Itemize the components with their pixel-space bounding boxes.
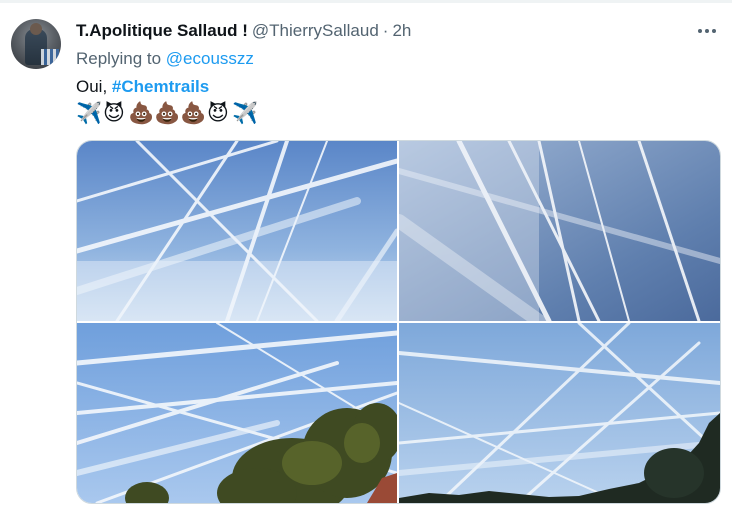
avatar-flag [41,49,59,65]
hashtag-link[interactable]: #Chemtrails [112,77,209,96]
smiling-devil-icon: 😈 [207,101,229,125]
sky-contrails-photo [77,141,397,321]
tweet-text-prefix: Oui, [76,77,112,96]
photo-1[interactable] [77,141,397,321]
avatar-head [30,23,42,35]
sky-contrails-trees-photo [77,323,397,503]
media-gallery [76,140,721,504]
tweet[interactable]: T.Apolitique Sallaud ! @ThierrySallaud ·… [0,3,732,506]
replying-to-line: Replying to @ecousszz [76,49,254,69]
tweet-text: Oui, #Chemtrails [76,77,209,97]
poop-icon: 💩 [180,101,207,125]
sky-contrails-treeline-photo [399,323,720,503]
replying-to-label: Replying to [76,49,166,68]
separator-dot: · [382,21,389,40]
more-dot-icon [712,29,716,33]
airplane-icon: ✈️ [76,101,103,125]
emoji-row: ✈️ 😈 💩 💩 💩 😈 ✈️ [76,100,259,126]
more-options-button[interactable] [693,21,721,41]
sky-contrails-photo [399,141,720,321]
display-name[interactable]: T.Apolitique Sallaud ! [76,21,248,41]
replying-to-mention[interactable]: @ecousszz [166,49,254,68]
photo-3[interactable] [77,323,397,503]
photo-4[interactable] [399,323,720,503]
airplane-icon: ✈️ [232,101,259,125]
poop-icon: 💩 [128,101,155,125]
tweet-header: T.Apolitique Sallaud ! @ThierrySallaud ·… [76,20,411,42]
smiling-devil-icon: 😈 [103,101,125,125]
user-handle[interactable]: @ThierrySallaud [252,21,379,41]
tweet-timestamp[interactable]: 2h [392,21,411,41]
more-dot-icon [698,29,702,33]
avatar[interactable] [11,19,61,69]
more-dot-icon [705,29,709,33]
photo-2[interactable] [399,141,720,321]
poop-icon: 💩 [154,101,181,125]
